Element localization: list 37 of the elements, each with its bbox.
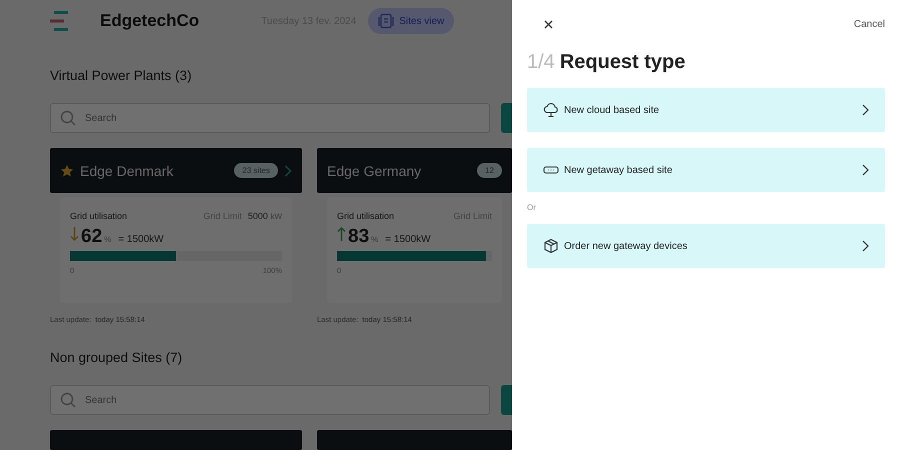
card-title: Edge Germany [327,162,422,178]
card-title: Edge Denmark [80,162,174,178]
step-counter: 1/4 [527,51,555,74]
section-title: Virtual Power Plants (3) [50,68,193,83]
chevron-right-icon[interactable] [284,164,292,176]
site-card-header[interactable] [317,430,512,450]
chevron-right-icon [862,240,869,252]
document-icon [378,13,394,29]
search-field[interactable]: Search [50,385,490,415]
logo-icon [50,11,68,31]
site-card-header[interactable] [50,430,302,450]
cancel-link[interactable]: Cancel [854,19,885,30]
metric-label: Grid utilisation [70,211,128,221]
power-value: = 1500kW [118,234,164,245]
search-icon [60,110,76,126]
option-button[interactable]: New cloud based site [527,88,885,132]
brand-name: EdgetechCo [100,11,200,31]
box-icon [543,238,559,254]
separator-text: Or [527,203,537,212]
power-value: = 1500kW [385,234,431,245]
search-icon [60,392,76,408]
search-field[interactable]: Search [50,103,490,133]
panel-title: Request type [560,51,686,74]
chevron-right-icon [862,104,869,116]
sites-count-badge: 12 [477,163,502,178]
section-title: Non grouped Sites (7) [50,350,184,365]
percent-value: 83 [348,226,370,248]
percent-unit: % [104,235,112,244]
percent-unit: % [371,235,378,244]
option-button[interactable]: New getaway based site [527,148,885,192]
option-button[interactable]: Order new gateway devices [527,224,885,268]
close-icon[interactable] [544,20,553,29]
metric-label: Grid utilisation [337,211,396,221]
cloud-icon [543,102,559,118]
chevron-right-icon [862,164,869,176]
sites-count-badge: 23 sites [234,163,278,178]
percent-value: 62 [81,226,102,248]
